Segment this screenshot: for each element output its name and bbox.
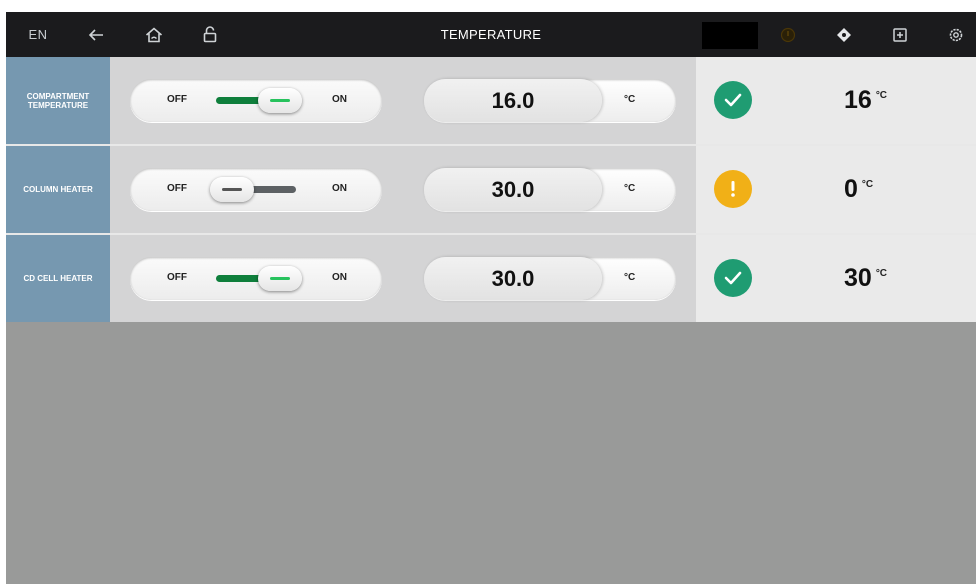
row-label: COLUMN HEATER — [6, 146, 110, 233]
toggle-on-label: ON — [332, 183, 347, 194]
actual-unit: °C — [875, 90, 888, 101]
unlock-icon[interactable] — [198, 12, 222, 57]
home-icon[interactable] — [142, 12, 166, 57]
toggle-knob[interactable] — [258, 88, 302, 113]
actual-value: 0 — [844, 175, 858, 203]
setpoint-field[interactable]: 30.0 °C — [424, 257, 676, 300]
status-ok-icon — [714, 81, 752, 119]
row-controls: OFF ON 30.0 °C — [110, 235, 696, 322]
row-label: CD CELL HEATER — [6, 235, 110, 322]
actual-unit: °C — [861, 179, 874, 190]
temperature-row: CD CELL HEATER OFF ON 30.0 °C 30 °C — [6, 235, 976, 322]
row-controls: OFF ON 16.0 °C — [110, 57, 696, 144]
toggle-knob[interactable] — [210, 177, 254, 202]
temperature-row: COLUMN HEATER OFF ON 30.0 °C 0 °C — [6, 146, 976, 233]
setpoint-field[interactable]: 30.0 °C — [424, 168, 676, 211]
temperature-screen: EN TEMPERATURE COMPARTMENT TEMPERATURE O… — [6, 12, 976, 584]
toggle-off-label: OFF — [167, 183, 187, 194]
setpoint-unit: °C — [624, 94, 636, 105]
row-status: 16 °C — [696, 57, 976, 144]
import-icon[interactable] — [888, 12, 912, 57]
row-label: COMPARTMENT TEMPERATURE — [6, 57, 110, 144]
row-status: 0 °C — [696, 146, 976, 233]
setpoint-unit: °C — [624, 272, 636, 283]
power-toggle[interactable]: OFF ON — [130, 257, 382, 300]
navigation-icon[interactable] — [832, 12, 856, 57]
toggle-off-label: OFF — [167, 94, 187, 105]
page-title: TEMPERATURE — [440, 27, 542, 42]
actual-unit: °C — [875, 268, 888, 279]
language-selector[interactable]: EN — [20, 12, 56, 57]
setpoint-field[interactable]: 16.0 °C — [424, 79, 676, 122]
status-ok-icon — [714, 259, 752, 297]
setpoint-value[interactable]: 16.0 — [424, 79, 602, 122]
toggle-on-label: ON — [332, 272, 347, 283]
temperature-row: COMPARTMENT TEMPERATURE OFF ON 16.0 °C 1… — [6, 57, 976, 144]
toggle-knob[interactable] — [258, 266, 302, 291]
power-toggle[interactable]: OFF ON — [130, 79, 382, 122]
status-warning-icon — [714, 170, 752, 208]
toggle-off-label: OFF — [167, 272, 187, 283]
gear-icon[interactable] — [944, 12, 968, 57]
toggle-on-label: ON — [332, 94, 347, 105]
actual-value: 16 — [844, 86, 872, 114]
actual-temperature: 30 °C — [844, 261, 887, 297]
actual-temperature: 16 °C — [844, 83, 887, 119]
back-arrow-icon[interactable] — [84, 12, 108, 57]
actual-temperature: 0 °C — [844, 172, 873, 208]
row-status: 30 °C — [696, 235, 976, 322]
redacted-box — [702, 22, 758, 49]
actual-value: 30 — [844, 264, 872, 292]
setpoint-value[interactable]: 30.0 — [424, 257, 602, 300]
row-controls: OFF ON 30.0 °C — [110, 146, 696, 233]
status-indicator-icon[interactable] — [776, 12, 800, 57]
setpoint-value[interactable]: 30.0 — [424, 168, 602, 211]
power-toggle[interactable]: OFF ON — [130, 168, 382, 211]
top-bar: EN TEMPERATURE — [6, 12, 976, 57]
setpoint-unit: °C — [624, 183, 636, 194]
